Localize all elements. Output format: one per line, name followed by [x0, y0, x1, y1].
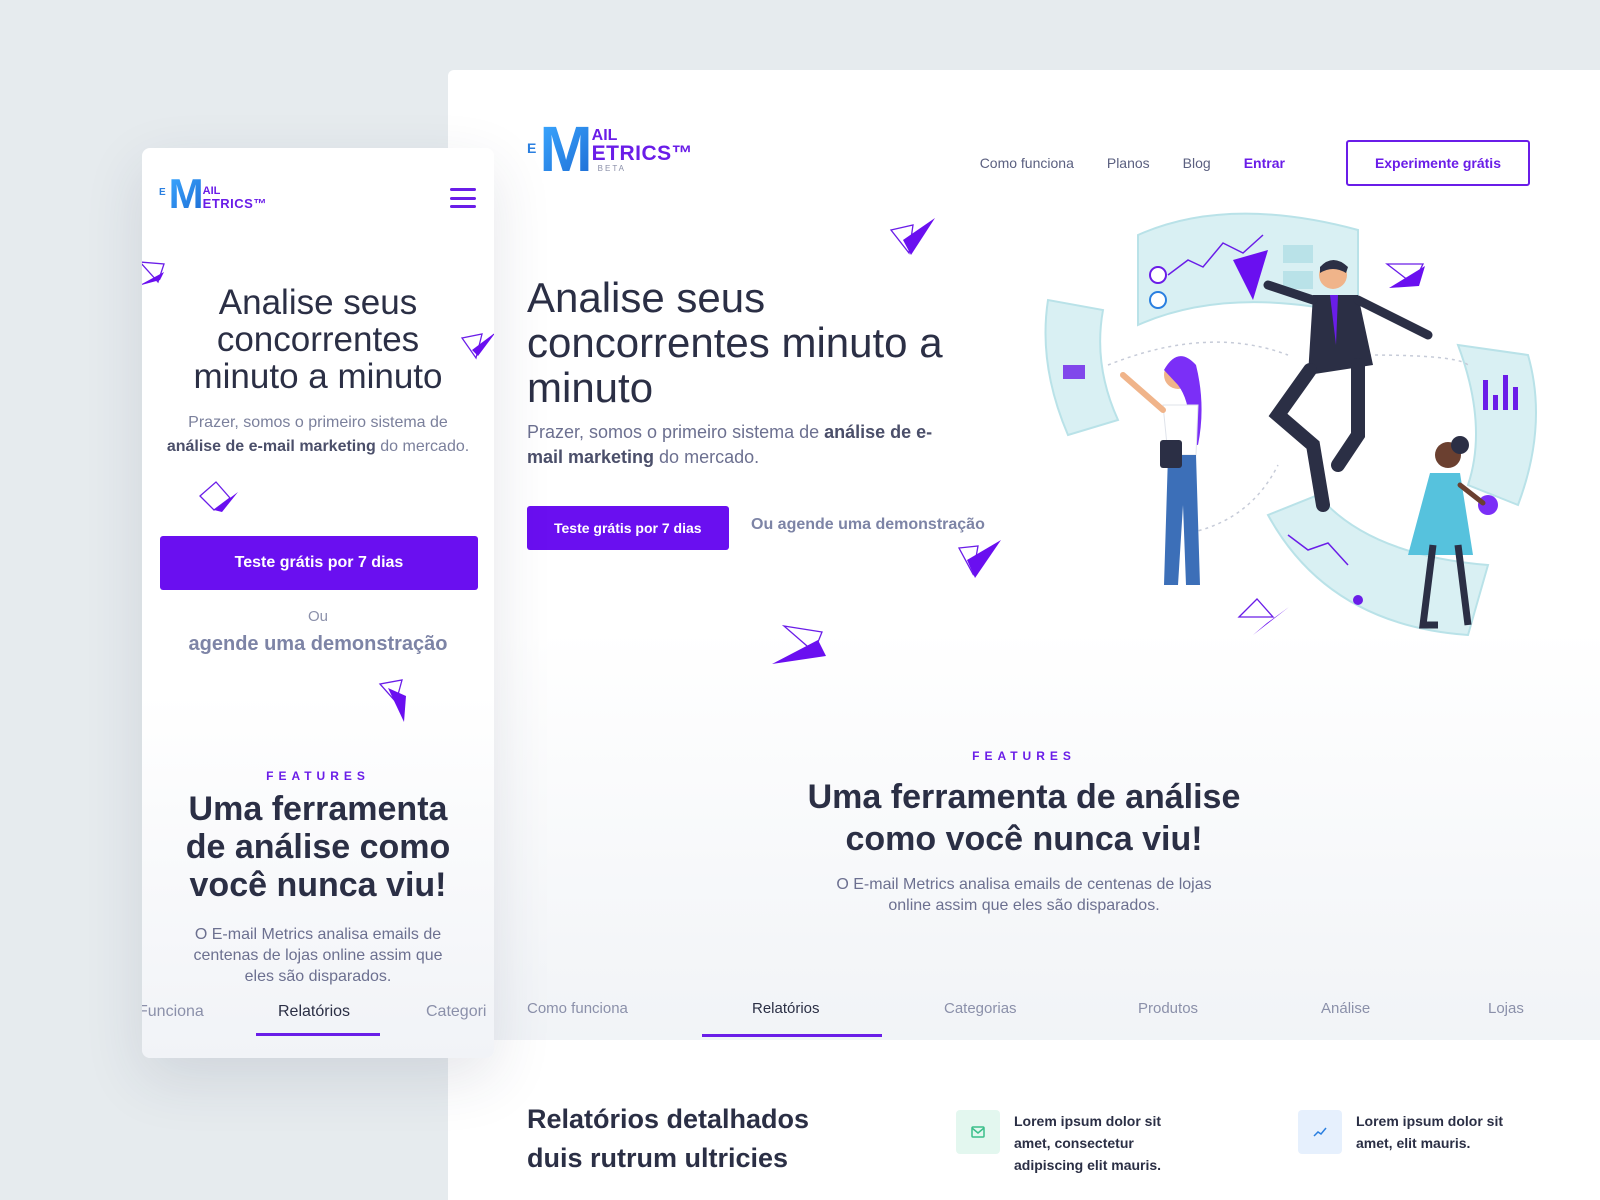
mobile-hero-subtitle-post: do mercado. — [375, 438, 470, 455]
feature-item: Lorem ipsum dolor sit amet, consectetur … — [956, 1110, 1196, 1176]
features-subtitle: O E-mail Metrics analisa emails de cente… — [448, 874, 1600, 916]
mobile-hero-title-line3: minuto a minuto — [193, 357, 443, 396]
mobile-demo-link[interactable]: agende uma demonstração — [142, 633, 494, 656]
paper-plane-icon — [378, 679, 406, 722]
mobile-or-label: Ou — [307, 608, 328, 625]
mobile-tab-relatorios[interactable]: Relatórios — [278, 1003, 350, 1021]
logo-e: E — [527, 140, 537, 156]
mobile-hero-subtitle-bold: análise de e-mail marketing — [166, 438, 376, 455]
logo-e: E — [159, 187, 166, 198]
hero-subtitle: Prazer, somos o primeiro sistema de anál… — [527, 420, 947, 470]
mobile-features-title-line1: Uma ferramenta — [188, 790, 448, 828]
mobile-features-kicker: FEATURES — [266, 769, 370, 783]
logo[interactable]: E M AIL ETRICS™ BETA — [527, 113, 694, 185]
features-kicker: FEATURES — [972, 749, 1076, 763]
mobile-feature-tabs: Funciona Relatórios Categori — [142, 1003, 494, 1043]
feature-text: Lorem ipsum dolor sit amet, elit mauris. — [1356, 1113, 1504, 1151]
mobile-tab-categorias[interactable]: Categori — [426, 1003, 486, 1021]
hero-subtitle-pre: Prazer, somos o primeiro sistema de — [527, 422, 825, 442]
trial-button[interactable]: Experimente grátis — [1345, 140, 1530, 186]
mail-icon — [956, 1110, 1000, 1154]
logo-wordmark: AIL ETRICS™ BETA — [592, 128, 694, 174]
mobile-features-title-line3: você nunca viu! — [189, 866, 447, 904]
trend-icon — [1298, 1110, 1342, 1154]
mobile-hero-subtitle-pre: Prazer, somos o primeiro sistema de — [188, 414, 448, 431]
feature-item: Lorem ipsum dolor sit amet, elit mauris. — [1298, 1110, 1538, 1154]
nav-blog[interactable]: Blog — [1183, 155, 1211, 171]
tab-lojas[interactable]: Lojas — [1488, 1000, 1524, 1017]
features-title-line1: Uma ferramenta de análise — [807, 778, 1241, 816]
mobile-features-subtitle: O E-mail Metrics analisa emails de cente… — [162, 924, 474, 987]
feature-text: Lorem ipsum dolor sit amet, consectetur … — [1014, 1113, 1162, 1173]
top-nav: Como funciona Planos Blog Entrar Experim… — [980, 140, 1530, 186]
logo-wordmark: AIL ETRICS™ — [202, 186, 267, 211]
reports-title-line1: Relatórios detalhados — [527, 1104, 810, 1134]
logo-etrics: ETRICS™ — [202, 196, 267, 211]
login-link[interactable]: Entrar — [1244, 155, 1285, 171]
menu-icon[interactable] — [450, 188, 476, 208]
features-title: Uma ferramenta de análise como você nunc… — [448, 776, 1600, 860]
logo-etrics: ETRICS™ — [591, 142, 694, 165]
mobile-tab-como-funciona[interactable]: Funciona — [142, 1003, 204, 1021]
hero-subtitle-post: do mercado. — [654, 447, 760, 467]
nav-como-funciona[interactable]: Como funciona — [980, 155, 1074, 171]
paper-plane-icon — [889, 218, 935, 255]
hero-cta-wrap: Teste grátis por 7 dias — [527, 506, 729, 550]
logo-beta: BETA — [597, 164, 626, 173]
tab-categorias[interactable]: Categorias — [944, 1000, 1017, 1017]
mobile-features-title: Uma ferramenta de análise como você nunc… — [142, 790, 494, 904]
demo-link[interactable]: Ou agende uma demonstração — [751, 516, 985, 534]
mobile-hero-title-line1: Analise seus — [218, 283, 418, 322]
mobile-hero-subtitle: Prazer, somos o primeiro sistema de anál… — [162, 411, 474, 459]
mobile-logo[interactable]: E M AIL ETRICS™ — [159, 170, 267, 217]
logo-m: M — [168, 170, 204, 217]
paper-plane-icon — [199, 481, 238, 512]
feature-tabs: Como funciona Relatórios Categorias Prod… — [448, 1000, 1600, 1040]
paper-plane-icon — [772, 625, 826, 664]
features-title-line2: como você nunca viu! — [845, 820, 1203, 858]
features-sub-line1: O E-mail Metrics analisa emails de cente… — [836, 876, 1212, 893]
mobile-hero-title: Analise seus concorrentes minuto a minut… — [142, 284, 494, 395]
mobile-features-sub-line2: centenas de lojas online assim que — [193, 947, 443, 964]
tab-como-funciona[interactable]: Como funciona — [527, 1000, 628, 1017]
reports-title: Relatórios detalhados duis rutrum ultric… — [527, 1100, 847, 1178]
tab-relatorios[interactable]: Relatórios — [752, 1000, 820, 1017]
free-trial-button[interactable]: Teste grátis por 7 dias — [527, 506, 729, 550]
mobile-hero-title-line2: concorrentes — [216, 320, 420, 359]
mobile-features-sub-line1: O E-mail Metrics analisa emails de — [194, 926, 442, 943]
reports-section: Relatórios detalhados duis rutrum ultric… — [448, 1040, 1600, 1200]
active-tab-indicator — [702, 1034, 882, 1037]
hero-illustration — [1044, 212, 1537, 637]
mobile-features-title-line2: de análise como — [185, 828, 451, 866]
paper-plane-icon — [957, 540, 1001, 578]
tab-analise[interactable]: Análise — [1321, 1000, 1370, 1017]
mobile-free-trial-button[interactable]: Teste grátis por 7 dias — [160, 536, 478, 590]
features-sub-line2: online assim que eles são disparados. — [888, 897, 1160, 914]
hero-title: Analise seus concorrentes minuto a minut… — [527, 274, 943, 411]
mobile-page: E M AIL ETRICS™ Analise seus concorrente… — [142, 148, 494, 1058]
mobile-active-tab-indicator — [256, 1033, 380, 1036]
logo-m: M — [539, 113, 592, 185]
tab-produtos[interactable]: Produtos — [1138, 1000, 1198, 1017]
desktop-page: E M AIL ETRICS™ BETA Como funciona Plano… — [448, 70, 1600, 1200]
reports-title-line2: duis rutrum ultricies — [527, 1143, 789, 1173]
nav-planos[interactable]: Planos — [1107, 155, 1150, 171]
mobile-features-sub-line3: eles são disparados. — [244, 968, 392, 985]
